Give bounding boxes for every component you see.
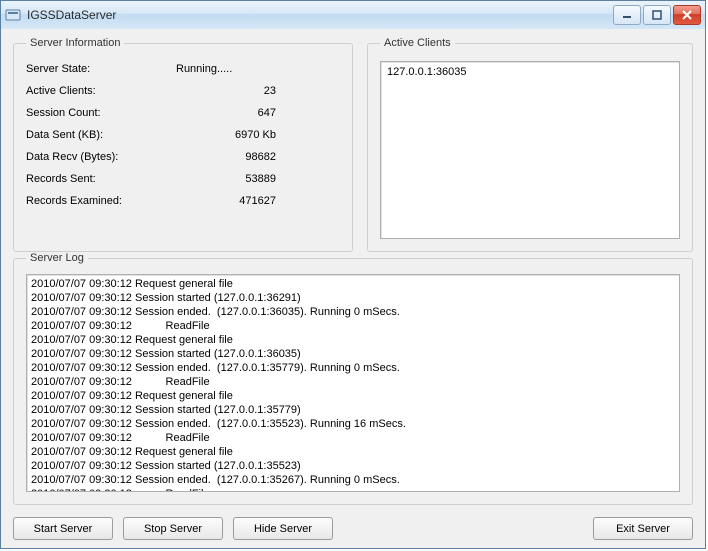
- active-clients-label: Active Clients:: [26, 85, 176, 97]
- titlebar[interactable]: IGSSDataServer: [1, 1, 705, 30]
- app-icon: [5, 7, 21, 23]
- session-count-row: Session Count: 647: [26, 107, 340, 119]
- data-recv-row: Data Recv (Bytes): 98682: [26, 151, 340, 163]
- records-examined-value: 471627: [176, 195, 276, 207]
- active-clients-listbox[interactable]: 127.0.0.1:36035: [380, 61, 680, 239]
- data-recv-value: 98682: [176, 151, 276, 163]
- server-state-label: Server State:: [26, 63, 176, 75]
- server-log-legend: Server Log: [26, 252, 88, 264]
- active-clients-legend: Active Clients: [380, 37, 455, 49]
- stop-server-button[interactable]: Stop Server: [123, 517, 223, 540]
- window-controls: [613, 5, 701, 25]
- list-item[interactable]: 127.0.0.1:36035: [387, 66, 673, 78]
- records-examined-row: Records Examined: 471627: [26, 195, 340, 207]
- records-examined-label: Records Examined:: [26, 195, 176, 207]
- button-spacer: [343, 517, 583, 540]
- server-information-group: Server Information Server State: Running…: [13, 37, 353, 252]
- server-log-group: Server Log 2010/07/07 09:30:12 Request g…: [13, 252, 693, 505]
- server-log-listbox[interactable]: 2010/07/07 09:30:12 Request general file…: [26, 274, 680, 492]
- data-sent-label: Data Sent (KB):: [26, 129, 176, 141]
- server-state-value: Running.....: [176, 63, 276, 75]
- records-sent-row: Records Sent: 53889: [26, 173, 340, 185]
- start-server-button[interactable]: Start Server: [13, 517, 113, 540]
- minimize-button[interactable]: [613, 5, 641, 25]
- data-sent-row: Data Sent (KB): 6970 Kb: [26, 129, 340, 141]
- active-clients-row: Active Clients: 23: [26, 85, 340, 97]
- button-bar: Start Server Stop Server Hide Server Exi…: [13, 517, 693, 540]
- maximize-button[interactable]: [643, 5, 671, 25]
- server-information-legend: Server Information: [26, 37, 124, 49]
- close-button[interactable]: [673, 5, 701, 25]
- active-clients-group: Active Clients 127.0.0.1:36035: [367, 37, 693, 252]
- data-recv-label: Data Recv (Bytes):: [26, 151, 176, 163]
- exit-server-button[interactable]: Exit Server: [593, 517, 693, 540]
- session-count-value: 647: [176, 107, 276, 119]
- window-title: IGSSDataServer: [27, 8, 613, 22]
- records-sent-value: 53889: [176, 173, 276, 185]
- active-clients-value: 23: [176, 85, 276, 97]
- server-state-row: Server State: Running.....: [26, 63, 340, 75]
- data-sent-value: 6970 Kb: [176, 129, 276, 141]
- client-area: Server Information Server State: Running…: [1, 29, 705, 548]
- records-sent-label: Records Sent:: [26, 173, 176, 185]
- app-window: IGSSDataServer Server Information Server…: [0, 0, 706, 549]
- hide-server-button[interactable]: Hide Server: [233, 517, 333, 540]
- session-count-label: Session Count:: [26, 107, 176, 119]
